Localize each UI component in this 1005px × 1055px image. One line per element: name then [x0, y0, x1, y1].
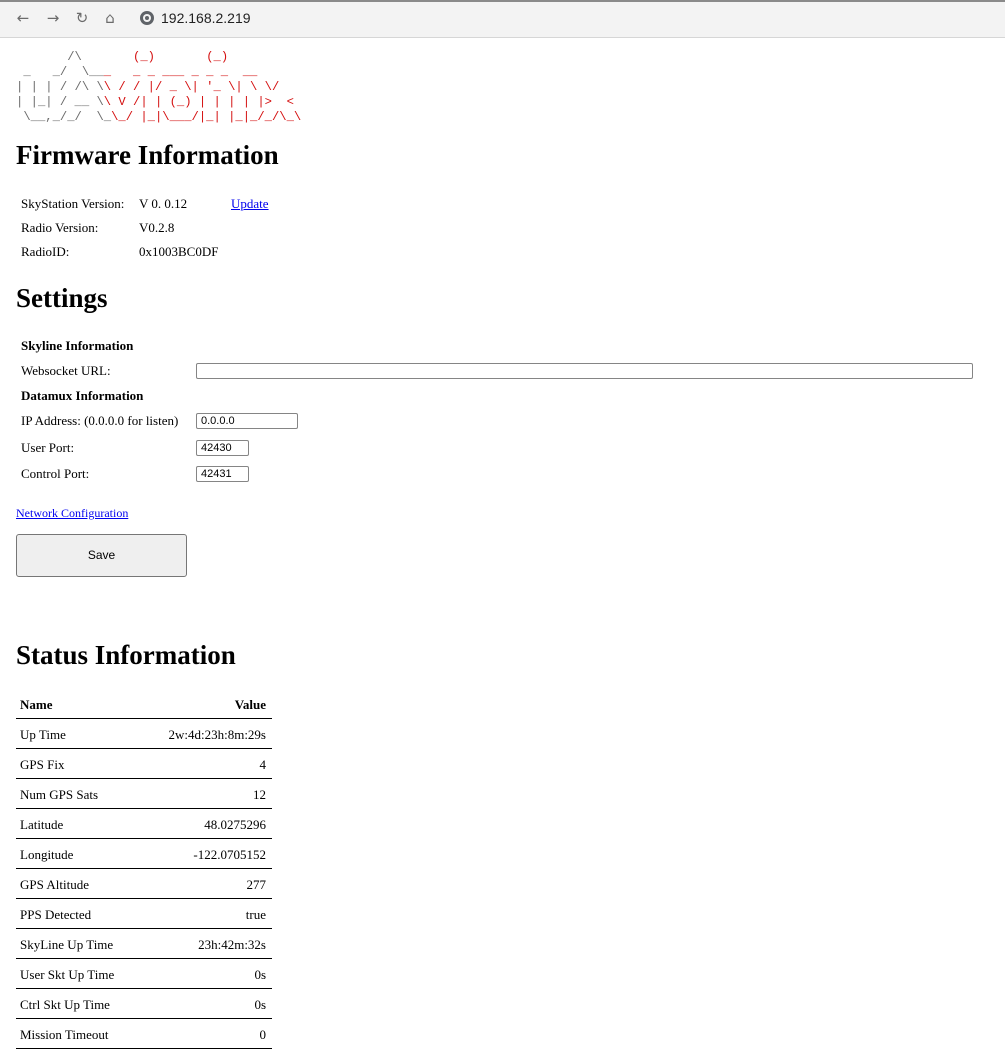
row-value: 2w:4d:23h:8m:29s [168, 727, 266, 742]
control-port-label: Control Port: [21, 466, 90, 481]
row-value: 23h:42m:32s [198, 937, 266, 952]
status-title: Status Information [16, 640, 236, 670]
table-row: Latitude 48.0275296 [16, 809, 272, 839]
user-port-input[interactable]: 42430 [196, 440, 249, 456]
forward-arrow-icon[interactable]: → [44, 9, 62, 27]
site-info-icon[interactable] [140, 11, 154, 25]
row-name: GPS Altitude [20, 877, 89, 892]
row-value: -122.0705152 [193, 847, 266, 862]
radioid-label: RadioID: [21, 244, 70, 259]
table-row: User Skt Up Time 0s [16, 959, 272, 989]
row-value: 0s [254, 997, 266, 1012]
table-row: Num GPS Sats 12 [16, 779, 272, 809]
row-name: Ctrl Skt Up Time [20, 997, 110, 1012]
browser-toolbar: ← → ↻ ⌂ 192.168.2.219 [0, 0, 1005, 38]
skyline-heading: Skyline Information [21, 338, 134, 353]
uavionix-logo: /\ (_) (_) _ _/ \___ _ _ ___ _ _ _ __ | … [16, 50, 302, 124]
back-arrow-icon[interactable]: ← [14, 9, 32, 27]
name-column-header: Name [20, 697, 53, 712]
table-row: GPS Fix 4 [16, 749, 272, 779]
row-value: true [245, 907, 266, 922]
radio-version-label: Radio Version: [21, 220, 99, 235]
row-value: 0s [254, 967, 266, 982]
row-name: User Skt Up Time [20, 967, 115, 982]
row-value: 0 [259, 1027, 267, 1042]
table-row: Up Time 2w:4d:23h:8m:29s [16, 719, 272, 749]
skystation-version-value: V 0. 0.12 [139, 196, 188, 211]
row-name: Latitude [20, 817, 64, 832]
status-table: Name Value Up Time 2w:4d:23h:8m:29s GPS … [16, 692, 272, 1049]
row-name: Num GPS Sats [20, 787, 99, 802]
status-table-header: Name Value [16, 692, 272, 719]
row-value: 48.0275296 [204, 817, 266, 832]
row-name: PPS Detected [20, 907, 92, 922]
update-link[interactable]: Update [231, 196, 269, 212]
row-name: Up Time [20, 727, 66, 742]
skystation-version-label: SkyStation Version: [21, 196, 125, 211]
home-icon[interactable]: ⌂ [101, 9, 119, 27]
datamux-heading: Datamux Information [21, 388, 144, 403]
network-configuration-link[interactable]: Network Configuration [16, 506, 128, 521]
row-name: SkyLine Up Time [20, 937, 114, 952]
table-row: Mission Timeout 0 [16, 1019, 272, 1049]
row-value: 277 [246, 877, 267, 892]
ip-address-input[interactable]: 0.0.0.0 [196, 413, 298, 429]
table-row: SkyLine Up Time 23h:42m:32s [16, 929, 272, 959]
reload-icon[interactable]: ↻ [73, 9, 91, 27]
table-row: PPS Detected true [16, 899, 272, 929]
value-column-header: Value [234, 697, 266, 712]
save-button[interactable]: Save [16, 534, 187, 577]
radioid-value: 0x1003BC0DF [139, 244, 219, 259]
websocket-url-label: Websocket URL: [21, 363, 111, 378]
ip-address-label: IP Address: (0.0.0.0 for listen) [21, 413, 179, 428]
websocket-url-input[interactable] [196, 363, 973, 379]
address-bar[interactable]: 192.168.2.219 [161, 10, 251, 26]
radio-version-value: V0.2.8 [139, 220, 175, 235]
row-name: Longitude [20, 847, 74, 862]
row-name: Mission Timeout [20, 1027, 109, 1042]
row-name: GPS Fix [20, 757, 65, 772]
window-border [0, 0, 1005, 2]
firmware-title: Firmware Information [16, 140, 279, 170]
row-value: 12 [253, 787, 266, 802]
control-port-input[interactable]: 42431 [196, 466, 249, 482]
table-row: GPS Altitude 277 [16, 869, 272, 899]
table-row: Ctrl Skt Up Time 0s [16, 989, 272, 1019]
row-value: 4 [259, 757, 267, 772]
user-port-label: User Port: [21, 440, 75, 455]
table-row: Longitude -122.0705152 [16, 839, 272, 869]
settings-title: Settings [16, 283, 108, 313]
